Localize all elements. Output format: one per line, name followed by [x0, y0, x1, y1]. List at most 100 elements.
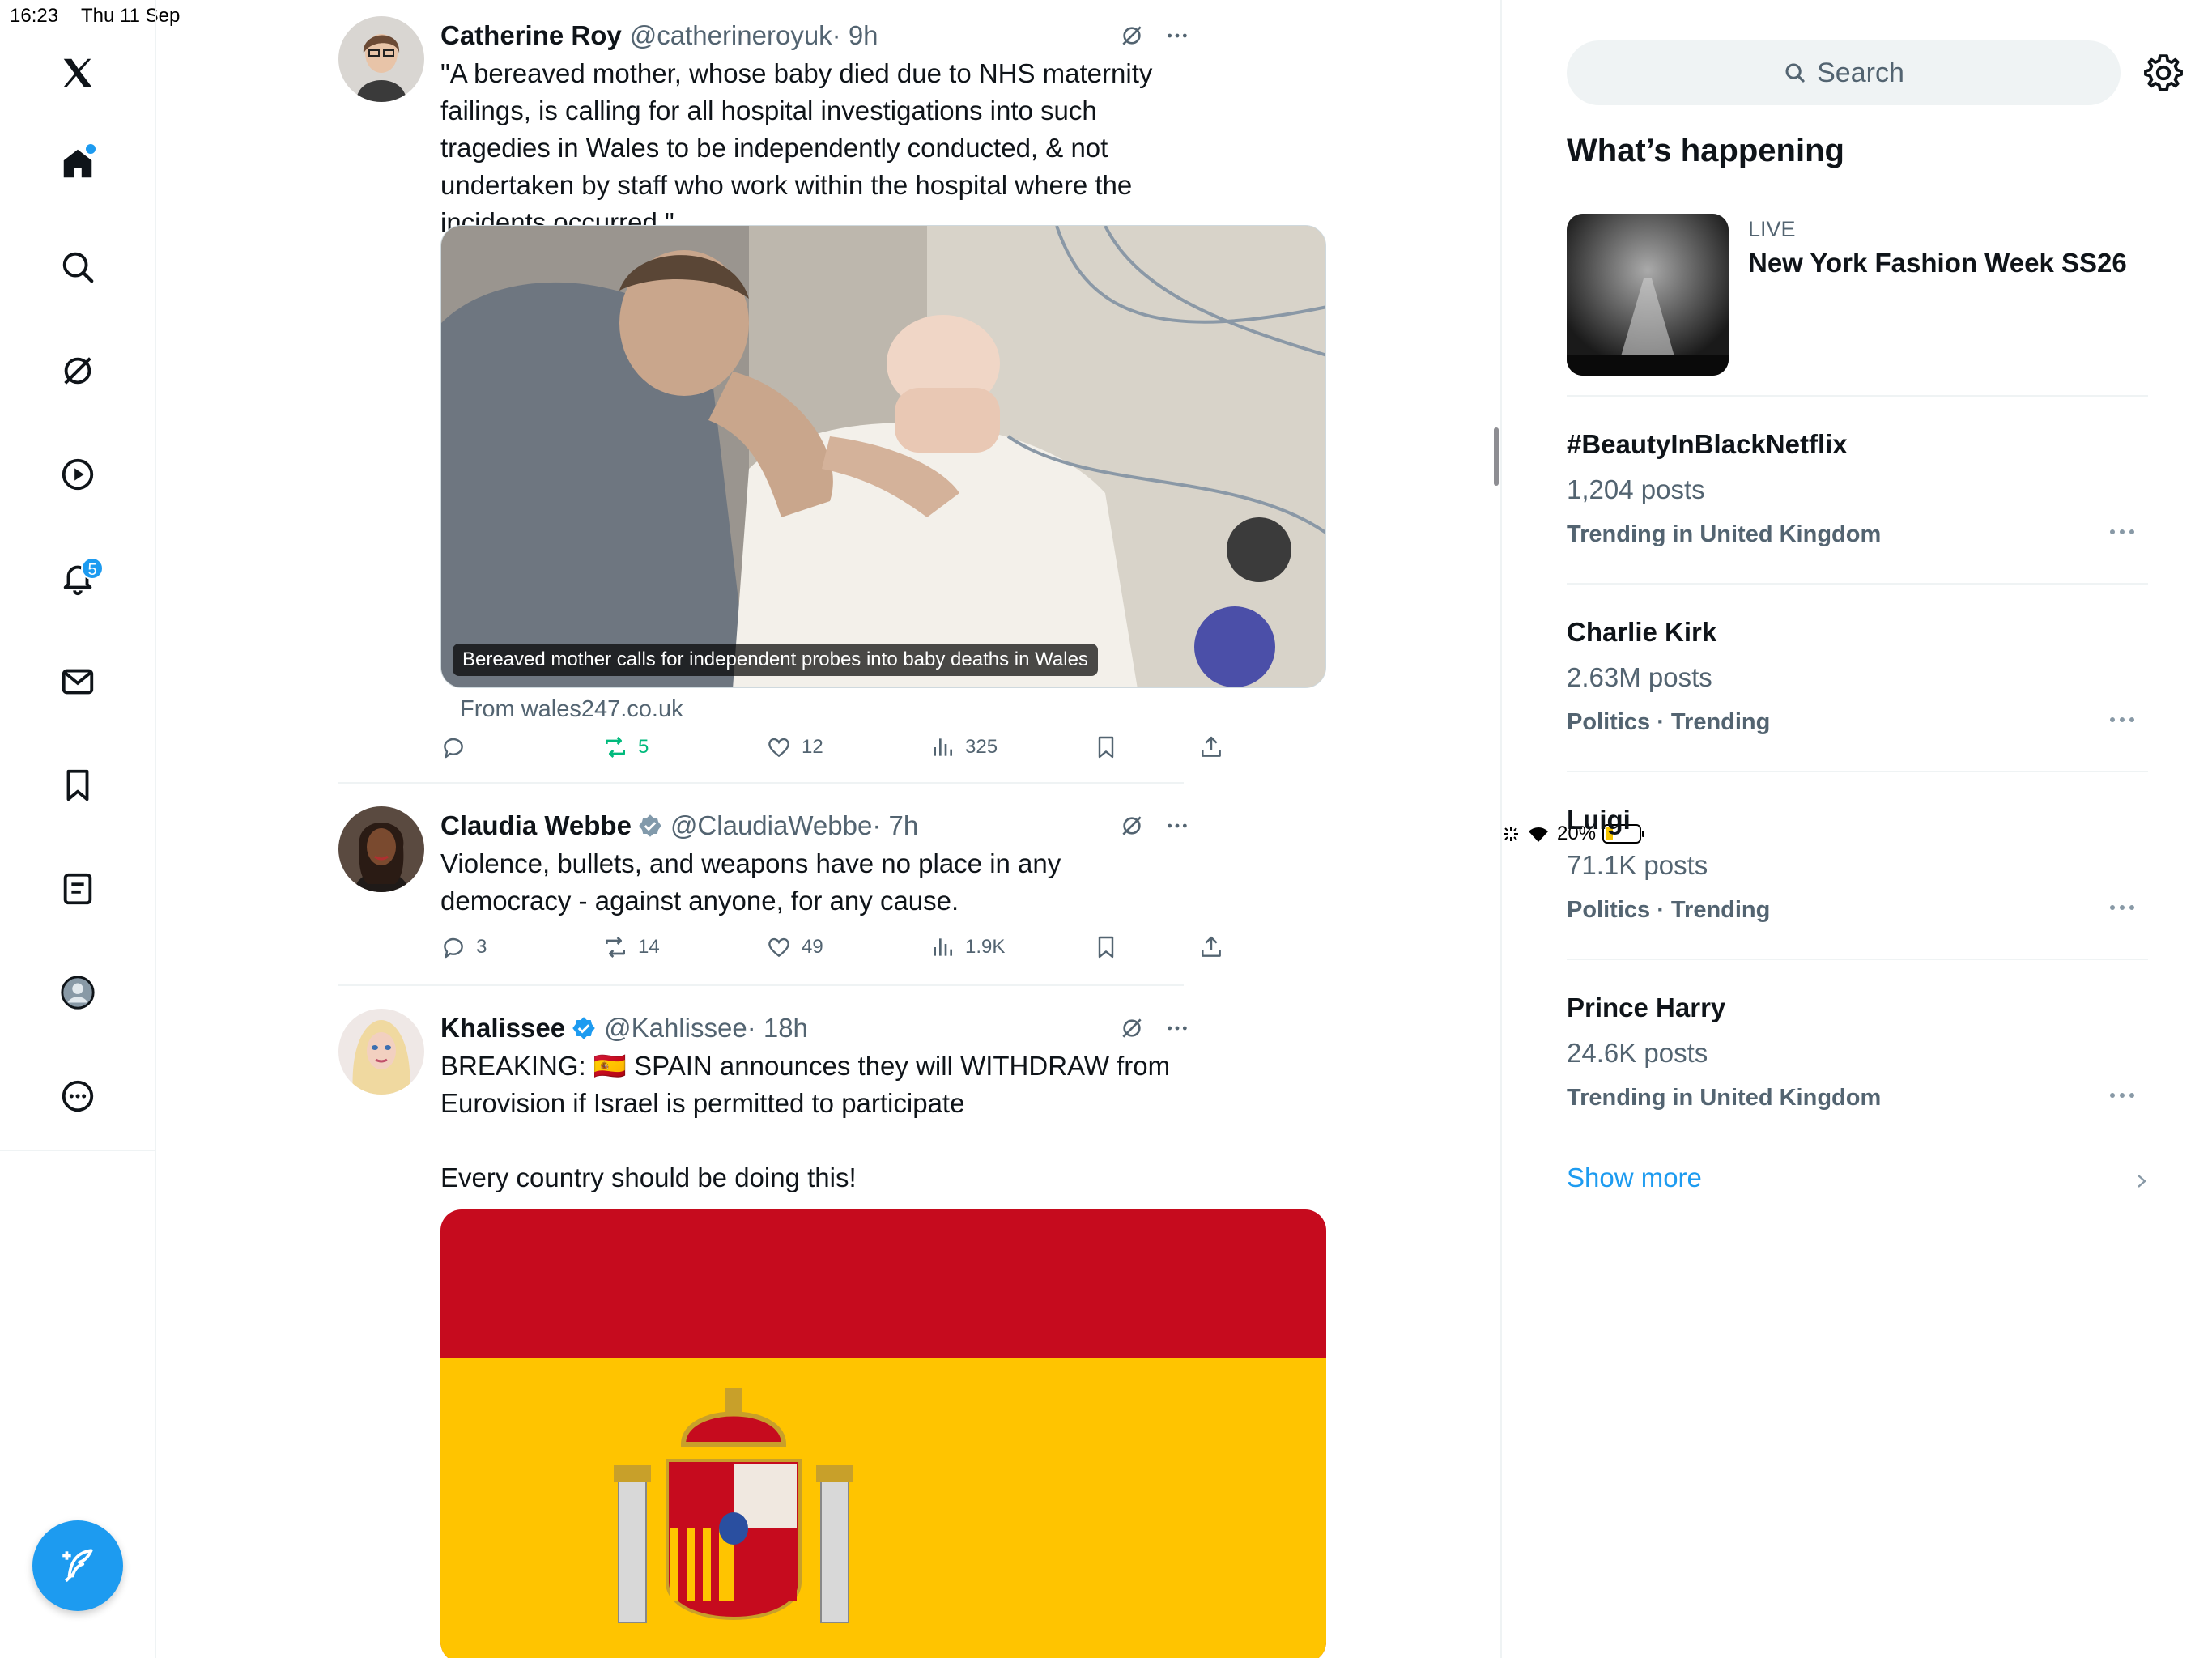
trend-more-icon[interactable]: [2106, 895, 2138, 920]
repost-count: 5: [638, 736, 649, 758]
search-input[interactable]: Search: [1567, 40, 2121, 105]
author-handle[interactable]: @ClaudiaWebbe: [670, 810, 872, 841]
search-icon[interactable]: [53, 243, 102, 291]
tweet-claudia-webbe[interactable]: Claudia Webbe @ClaudiaWebbe · 7h Violenc…: [338, 806, 1221, 976]
reply-button[interactable]: 3: [440, 934, 487, 960]
bookmark-icon: [1098, 736, 1114, 759]
tweet-content: Catherine Roy @catherineroyuk · 9h "A be…: [440, 16, 1326, 772]
settings-gear-icon[interactable]: [2143, 53, 2184, 93]
live-event-card[interactable]: LIVE New York Fashion Week SS26: [1567, 214, 2148, 376]
trend-item[interactable]: Charlie Kirk 2.63M posts Politics · Tren…: [1567, 617, 2148, 779]
live-event-thumbnail: [1567, 214, 1729, 376]
grok-icon[interactable]: [1119, 1015, 1145, 1041]
more-options-icon[interactable]: [1164, 23, 1190, 49]
trend-posts: 71.1K posts: [1567, 850, 1708, 880]
tweet-header-actions: [1119, 1015, 1190, 1041]
views-button[interactable]: 325: [929, 734, 998, 760]
compose-post-button[interactable]: [32, 1520, 123, 1611]
share-button[interactable]: [1198, 734, 1224, 760]
share-icon: [1202, 936, 1221, 957]
more-options-icon[interactable]: [1164, 1015, 1190, 1041]
tweet-header-actions: [1119, 813, 1190, 839]
trend-name: Luigi: [1567, 805, 1631, 835]
trend-divider: [1567, 583, 2148, 585]
repost-icon: [606, 737, 625, 758]
author-name[interactable]: Catherine Roy: [440, 20, 622, 51]
repost-button[interactable]: 14: [602, 934, 660, 960]
like-count: 49: [802, 936, 823, 958]
author-name[interactable]: Claudia Webbe: [440, 810, 632, 841]
views-icon: [934, 938, 952, 956]
trend-more-icon[interactable]: [2106, 520, 2138, 544]
verified-badge-icon: [572, 1017, 595, 1039]
tweet-catherine-roy[interactable]: Catherine Roy @catherineroyuk · 9h "A be…: [338, 16, 1326, 772]
avatar[interactable]: [338, 16, 424, 102]
trend-item[interactable]: Luigi 71.1K posts Politics · Trending: [1567, 805, 2148, 967]
tweet-content: Khalissee @Kahlissee · 18h BREAKING: 🇪🇸 …: [440, 1009, 1326, 1658]
grok-icon[interactable]: [53, 346, 102, 395]
avatar[interactable]: [338, 1009, 424, 1095]
feather-plus-icon: [62, 1549, 93, 1583]
trend-more-icon[interactable]: [2106, 1083, 2138, 1107]
trend-item[interactable]: #BeautyInBlackNetflix 1,204 posts Trendi…: [1567, 429, 2148, 591]
reply-button[interactable]: [440, 734, 466, 760]
author-name[interactable]: Khalissee: [440, 1013, 565, 1044]
live-event-title: New York Fashion Week SS26: [1748, 248, 2127, 278]
tweet-time[interactable]: · 9h: [832, 20, 878, 51]
link-card-image[interactable]: Bereaved mother calls for independent pr…: [440, 225, 1326, 688]
views-button[interactable]: 1.9K: [929, 934, 1005, 960]
views-icon: [934, 738, 952, 756]
more-icon[interactable]: [53, 1072, 102, 1120]
like-count: 12: [802, 736, 823, 758]
trend-context: Politics · Trending: [1567, 897, 1771, 923]
tweet-header: Khalissee @Kahlissee · 18h: [440, 1009, 1187, 1048]
nav-divider: [0, 1150, 156, 1151]
spain-flag-image: [440, 1209, 1326, 1658]
tweet-image[interactable]: [440, 1209, 1326, 1658]
trend-posts: 1,204 posts: [1567, 474, 1705, 504]
lists-icon[interactable]: [53, 865, 102, 913]
home-icon[interactable]: [53, 139, 102, 188]
heart-icon: [768, 937, 789, 958]
repost-button[interactable]: 5: [602, 734, 649, 760]
notifications-badge: 5: [81, 557, 104, 580]
trend-context: Politics · Trending: [1567, 709, 1771, 735]
like-button[interactable]: 49: [766, 934, 823, 960]
grok-icon[interactable]: [1119, 23, 1145, 49]
avatar[interactable]: [338, 806, 424, 892]
scroll-indicator[interactable]: [1494, 427, 1499, 486]
timeline[interactable]: Catherine Roy @catherineroyuk · 9h "A be…: [156, 0, 1502, 1658]
tweet-text: Violence, bullets, and weapons have no p…: [440, 848, 1061, 916]
share-button[interactable]: [1198, 934, 1224, 960]
whats-happening-title: What’s happening: [1567, 133, 1844, 168]
tweet-actions: 5 12 325: [440, 723, 1221, 772]
messages-icon[interactable]: [53, 657, 102, 706]
bookmark-button[interactable]: [1093, 934, 1119, 960]
author-handle[interactable]: @catherineroyuk: [630, 20, 832, 51]
tweet-khalissee[interactable]: Khalissee @Kahlissee · 18h BREAKING: 🇪🇸 …: [338, 1009, 1326, 1658]
video-icon[interactable]: [53, 450, 102, 499]
trend-more-icon[interactable]: [2106, 708, 2138, 732]
show-more-link[interactable]: Show more: [1567, 1163, 1702, 1193]
tweet-divider: [338, 984, 1184, 986]
search-placeholder: Search: [1817, 57, 1904, 88]
bookmarks-icon[interactable]: [53, 761, 102, 810]
chevron-right-icon[interactable]: [2132, 1169, 2151, 1193]
author-handle[interactable]: @Kahlissee: [604, 1013, 747, 1044]
bookmark-button[interactable]: [1093, 734, 1119, 760]
repost-icon: [606, 937, 625, 958]
trend-name: Prince Harry: [1567, 993, 1726, 1022]
notifications-icon[interactable]: 5: [53, 554, 104, 602]
tweet-time[interactable]: · 18h: [747, 1013, 808, 1044]
more-options-icon[interactable]: [1164, 813, 1190, 839]
profile-icon[interactable]: [53, 968, 102, 1017]
link-source[interactable]: From wales247.co.uk: [460, 696, 1184, 723]
tweet-divider: [338, 782, 1184, 784]
like-button[interactable]: 12: [766, 734, 823, 760]
tweet-header: Catherine Roy @catherineroyuk · 9h: [440, 16, 1187, 55]
grok-icon[interactable]: [1119, 813, 1145, 839]
trend-item[interactable]: Prince Harry 24.6K posts Trending in Uni…: [1567, 993, 2148, 1154]
x-logo-icon[interactable]: [53, 49, 102, 97]
tweet-time[interactable]: · 7h: [872, 810, 918, 841]
verified-badge-icon: [639, 814, 661, 837]
